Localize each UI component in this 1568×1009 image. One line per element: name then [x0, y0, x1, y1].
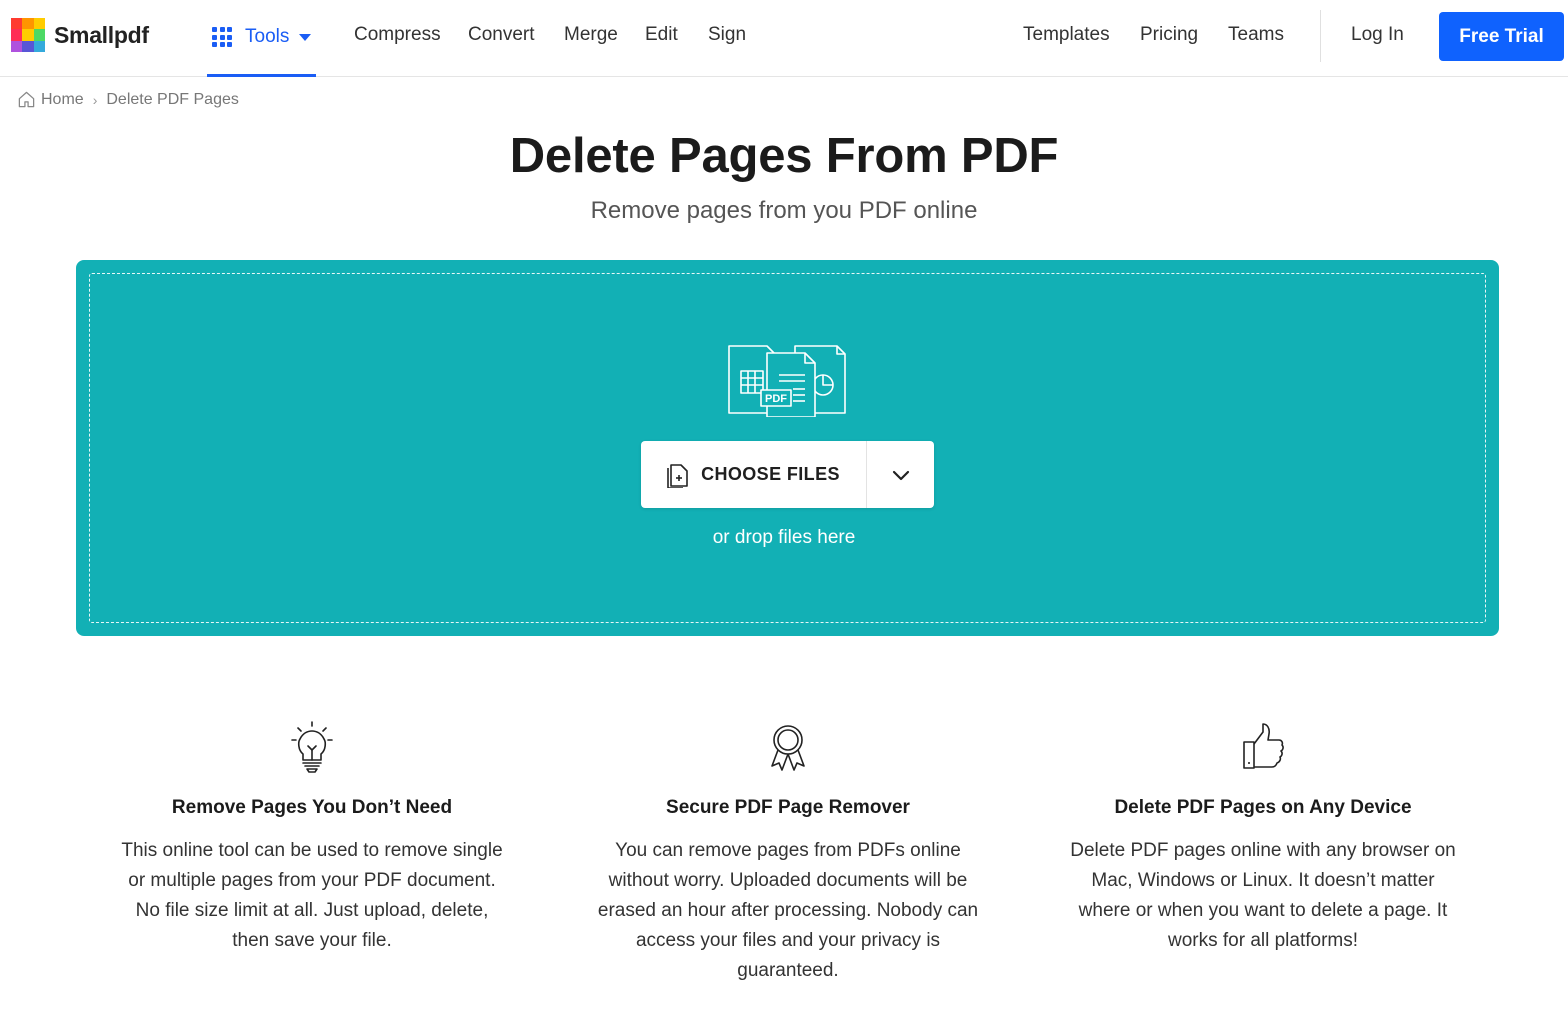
- feature-description: Delete PDF pages online with any browser…: [1070, 840, 1456, 951]
- breadcrumb-separator: ›: [92, 91, 98, 108]
- page-title: Delete Pages From PDF: [509, 129, 1059, 183]
- award-icon: [771, 725, 805, 771]
- tools-menu[interactable]: Tools: [207, 0, 316, 77]
- grid-icon: [212, 27, 232, 47]
- nav-edit[interactable]: Edit: [645, 24, 678, 46]
- nav-compress[interactable]: Compress: [354, 24, 441, 46]
- home-icon: [18, 91, 35, 108]
- feature-remove-pages: Remove Pages You Don’t Need This online …: [112, 720, 512, 956]
- feature-any-device: Delete PDF Pages on Any Device Delete PD…: [1063, 720, 1463, 956]
- feature-secure: Secure PDF Page Remover You can remove p…: [588, 720, 988, 986]
- choose-files-label: CHOOSE FILES: [701, 464, 840, 484]
- thumbs-up-icon: [1243, 723, 1284, 769]
- login-link[interactable]: Log In: [1351, 24, 1404, 46]
- choose-files-button[interactable]: CHOOSE FILES: [641, 441, 867, 508]
- chevron-down-icon: [892, 470, 909, 480]
- top-navbar: Smallpdf Tools Compress Convert Merge Ed…: [0, 0, 1568, 77]
- nav-pricing[interactable]: Pricing: [1140, 24, 1198, 46]
- nav-teams[interactable]: Teams: [1228, 24, 1284, 46]
- nav-divider: [1320, 10, 1321, 62]
- choose-files-group: CHOOSE FILES: [641, 441, 934, 508]
- documents-illustration-icon: PDF: [728, 345, 846, 417]
- breadcrumb: Home › Delete PDF Pages: [17, 90, 239, 109]
- nav-merge[interactable]: Merge: [564, 24, 618, 46]
- breadcrumb-home[interactable]: Home: [41, 91, 84, 109]
- breadcrumb-current: Delete PDF Pages: [106, 90, 239, 108]
- nav-sign[interactable]: Sign: [708, 24, 746, 46]
- drop-files-hint: or drop files here: [712, 527, 856, 548]
- pdf-graphic-label: PDF: [765, 393, 787, 405]
- lightbulb-icon: [291, 721, 333, 773]
- nav-templates[interactable]: Templates: [1023, 24, 1110, 46]
- page-subtitle: Remove pages from you PDF online: [590, 197, 978, 224]
- nav-convert[interactable]: Convert: [468, 24, 535, 46]
- feature-title: Remove Pages You Don’t Need: [171, 797, 453, 818]
- smallpdf-logo[interactable]: Smallpdf: [11, 18, 149, 52]
- choose-source-dropdown[interactable]: [867, 441, 934, 508]
- logo-text: Smallpdf: [54, 21, 149, 48]
- feature-description: You can remove pages from PDFs online wi…: [597, 840, 979, 981]
- free-trial-button[interactable]: Free Trial: [1439, 12, 1564, 61]
- feature-description: This online tool can be used to remove s…: [121, 840, 503, 951]
- tools-label: Tools: [245, 26, 290, 47]
- feature-title: Delete PDF Pages on Any Device: [1114, 797, 1412, 818]
- logo-mark-icon: [11, 18, 45, 52]
- caret-down-icon: [299, 33, 312, 41]
- feature-title: Secure PDF Page Remover: [666, 797, 910, 818]
- file-plus-icon: [667, 463, 688, 488]
